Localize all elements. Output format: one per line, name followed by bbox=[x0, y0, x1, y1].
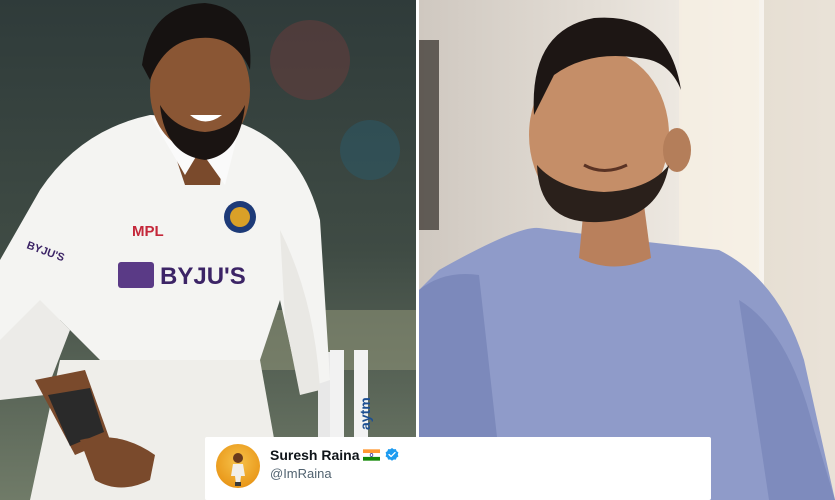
tweet-author-row: Suresh Raina bbox=[270, 447, 400, 463]
india-flag-icon bbox=[363, 449, 381, 461]
cricketer-illustration: BYJU'S MPL BYJU'S aytm bbox=[0, 0, 416, 500]
jersey-brand-text: BYJU'S bbox=[160, 263, 246, 290]
author-name[interactable]: Suresh Raina bbox=[270, 447, 359, 463]
verified-badge-icon bbox=[386, 448, 399, 461]
author-handle[interactable]: @ImRaina bbox=[270, 466, 332, 481]
chest-sponsor-text: MPL bbox=[132, 223, 164, 240]
right-photo bbox=[419, 0, 835, 500]
tweet-card[interactable]: Suresh Raina @ImRaina bbox=[205, 437, 711, 500]
avatar-person-icon bbox=[231, 453, 245, 486]
avatar[interactable] bbox=[216, 444, 260, 488]
stump-sponsor-text: aytm bbox=[357, 397, 373, 430]
portrait-illustration bbox=[419, 0, 835, 500]
left-photo: BYJU'S MPL BYJU'S aytm bbox=[0, 0, 416, 500]
